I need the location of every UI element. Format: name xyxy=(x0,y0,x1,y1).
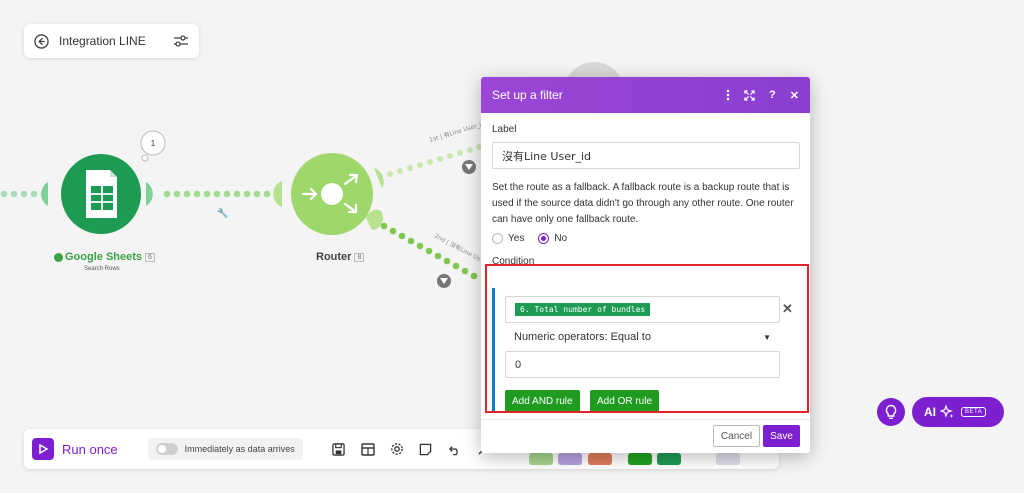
router-id: 8 xyxy=(354,252,365,262)
google-sheets-icon xyxy=(86,170,117,218)
help-icon[interactable]: ? xyxy=(769,89,776,101)
operator-select[interactable]: Numeric operators: Equal to ▼ xyxy=(505,326,780,348)
settings-icon[interactable] xyxy=(389,441,405,457)
run-once-button[interactable]: Run once xyxy=(32,438,118,460)
bubble-count: 1 xyxy=(151,139,156,148)
expand-icon[interactable] xyxy=(744,89,755,101)
notes-icon[interactable] xyxy=(418,441,434,457)
operand-pill[interactable]: 6. Total number of bundles xyxy=(515,303,651,316)
route-2-filter-icon xyxy=(437,274,451,288)
radio-on-icon xyxy=(538,233,550,244)
ai-assistant-button[interactable]: AI BETA xyxy=(912,397,1004,427)
router-label: Router 8 xyxy=(316,251,365,263)
router-name: Router xyxy=(316,251,352,263)
fallback-yes-label: Yes xyxy=(508,233,525,244)
save-button[interactable]: Save xyxy=(763,425,800,447)
lightbulb-button[interactable] xyxy=(877,398,905,426)
palette-swatch[interactable] xyxy=(588,453,612,465)
label-heading: Label xyxy=(492,124,517,135)
radio-off-icon xyxy=(492,233,503,244)
route-1-filter-icon xyxy=(462,160,476,174)
palette-swatch[interactable] xyxy=(657,453,681,465)
wrench-icon: 🔧 xyxy=(217,207,228,218)
label-input[interactable]: 沒有Line User_id xyxy=(492,142,800,169)
schedule-toggle[interactable] xyxy=(155,443,178,455)
fallback-radio-group: Yes No xyxy=(492,233,800,244)
dialog-actions: ? ✕ xyxy=(726,89,799,102)
sparkle-icon xyxy=(940,405,954,418)
condition-value-input[interactable]: 0 xyxy=(505,351,780,378)
back-arrow-icon[interactable] xyxy=(34,33,49,49)
template-icon[interactable] xyxy=(360,441,376,457)
palette-swatch[interactable] xyxy=(716,453,740,465)
fallback-yes-radio[interactable]: Yes xyxy=(492,233,524,244)
sheets-left-handle xyxy=(41,182,48,206)
play-icon xyxy=(32,438,54,460)
condition-operand-field[interactable]: 6. Total number of bundles xyxy=(505,296,780,323)
beta-badge: BETA xyxy=(961,407,987,417)
palette-swatch[interactable] xyxy=(529,453,553,465)
scenario-title-card: Integration LINE xyxy=(24,24,199,58)
filter-dialog: Set up a filter ? ✕ Label 沒有Line User_id… xyxy=(481,77,810,453)
add-or-rule-button[interactable]: Add OR rule xyxy=(590,390,660,412)
more-options-icon[interactable] xyxy=(726,89,730,101)
condition-heading: Condition xyxy=(492,256,535,267)
check-icon xyxy=(54,252,63,262)
google-sheets-action: Search Rows xyxy=(84,266,120,272)
close-icon[interactable]: ✕ xyxy=(790,89,799,102)
fallback-no-label: No xyxy=(554,233,568,244)
remove-condition-icon[interactable]: ✕ xyxy=(782,301,793,317)
condition-block: 6. Total number of bundles ✕ Numeric ope… xyxy=(492,286,793,422)
route-1-label: 1st | 有Line User_id xyxy=(428,119,486,144)
google-sheets-id: 6 xyxy=(145,252,155,262)
fallback-no-radio[interactable]: No xyxy=(538,233,567,244)
palette-swatch[interactable] xyxy=(628,453,652,465)
scenario-title: Integration LINE xyxy=(59,34,146,48)
condition-rule: 6. Total number of bundles ✕ Numeric ope… xyxy=(492,288,793,412)
dialog-title: Set up a filter xyxy=(492,88,563,102)
operator-value: Numeric operators: Equal to xyxy=(514,331,651,343)
dialog-body: Label 沒有Line User_id Set the route as a … xyxy=(481,113,810,267)
sheets-right-handle xyxy=(146,182,153,206)
toolbar-icons xyxy=(331,441,492,457)
schedule-toggle-group[interactable]: Immediately as data arrives xyxy=(147,438,303,460)
dialog-footer-divider xyxy=(481,419,810,420)
google-sheets-label: Google Sheets 6 xyxy=(54,251,155,263)
router-left-handle xyxy=(273,181,282,207)
run-once-label: Run once xyxy=(62,441,118,457)
palette-swatch[interactable] xyxy=(558,453,582,465)
scenario-settings-icon[interactable] xyxy=(173,34,189,48)
lightbulb-icon xyxy=(885,404,897,420)
add-and-rule-button[interactable]: Add AND rule xyxy=(505,390,580,412)
ai-label: AI xyxy=(924,405,936,419)
undo-icon[interactable] xyxy=(447,441,463,457)
google-sheets-name: Google Sheets xyxy=(65,251,143,263)
dialog-header: Set up a filter ? ✕ xyxy=(481,77,810,113)
cancel-button[interactable]: Cancel xyxy=(713,425,760,447)
fallback-help-text: Set the route as a fallback. A fallback … xyxy=(492,182,794,225)
caret-down-icon: ▼ xyxy=(763,332,771,342)
schedule-label: Immediately as data arrives xyxy=(184,444,295,454)
save-icon[interactable] xyxy=(331,441,347,457)
